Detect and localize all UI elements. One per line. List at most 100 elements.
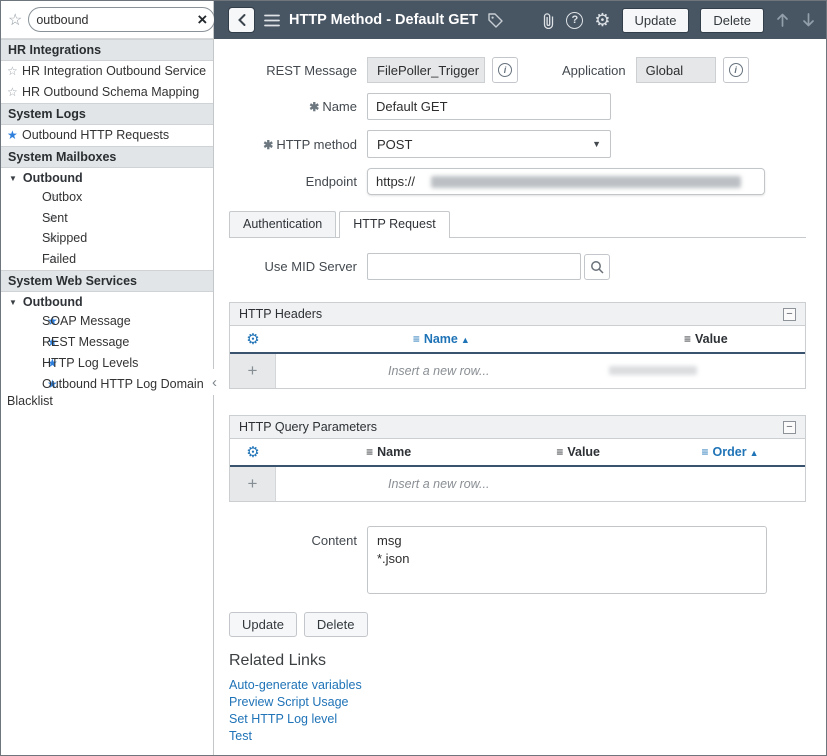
nav-item[interactable]: ☆HR Integration Outbound Service — [1, 61, 213, 82]
back-button[interactable] — [228, 7, 255, 33]
app-window: ☆ × ▾ HR Integrations ☆HR Integration Ou… — [0, 0, 827, 756]
delete-button-footer[interactable]: Delete — [304, 612, 368, 637]
add-row-button[interactable]: + — [230, 354, 276, 388]
nav-section-header: HR Integrations — [1, 39, 213, 61]
application-info-button[interactable]: i — [723, 57, 749, 83]
triangle-down-icon: ▼ — [9, 298, 17, 307]
header-actions: ? ⚙ Update Delete — [542, 8, 816, 33]
related-links-title: Related Links — [229, 652, 806, 670]
rest-message-info-button[interactable]: i — [492, 57, 518, 83]
column-menu-icon[interactable]: ≡ — [684, 332, 691, 346]
mid-server-lookup-button[interactable] — [584, 254, 610, 280]
column-menu-icon[interactable]: ≡ — [413, 332, 420, 346]
http-query-params-title: HTTP Query Parameters — [239, 420, 377, 434]
sidebar-collapse-handle[interactable]: ‹ — [208, 369, 221, 395]
column-menu-icon[interactable]: ≡ — [366, 445, 373, 459]
related-link-auto-generate-variables[interactable]: Auto-generate variables — [229, 678, 362, 692]
tab-authentication[interactable]: Authentication — [229, 211, 336, 237]
form-tabs: Authentication HTTP Request — [229, 211, 806, 238]
tag-icon[interactable] — [487, 12, 504, 29]
up-arrow-icon[interactable] — [775, 12, 790, 28]
http-query-params-section-header[interactable]: HTTP Query Parameters − — [230, 416, 805, 439]
star-filled-icon[interactable]: ★ — [27, 355, 42, 371]
star-outline-icon[interactable]: ☆ — [7, 63, 22, 79]
related-link-test[interactable]: Test — [229, 729, 252, 743]
content-textarea[interactable]: msg *.json — [367, 526, 767, 594]
list-gear-icon[interactable]: ⚙ — [230, 330, 276, 348]
nav-item[interactable]: ★SOAP Message — [1, 311, 213, 332]
star-outline-icon[interactable]: ☆ — [27, 251, 42, 267]
nav-item[interactable]: ★Outbound HTTP Requests — [1, 125, 213, 146]
navigator-filter-bar: ☆ × ▾ — [1, 1, 213, 39]
nav-item[interactable]: ★HTTP Log Levels — [1, 353, 213, 374]
http-query-params-new-row: + Insert a new row... — [230, 467, 805, 501]
insert-new-row-cell[interactable]: Insert a new row... — [276, 354, 805, 388]
collapse-icon[interactable]: − — [783, 421, 796, 434]
favorites-star-icon[interactable]: ☆ — [8, 10, 22, 30]
insert-new-row-cell[interactable]: Insert a new row... — [276, 467, 805, 501]
column-menu-icon[interactable]: ≡ — [556, 445, 563, 459]
delete-button-header[interactable]: Delete — [700, 8, 764, 33]
hamburger-icon[interactable] — [264, 14, 280, 27]
column-header-value[interactable]: ≡Value — [607, 332, 805, 346]
nav-section-header: System Web Services — [1, 270, 213, 292]
rest-message-field: FilePoller_Trigger — [367, 57, 485, 83]
related-links: Related Links Auto-generate variables Pr… — [229, 652, 806, 743]
clear-search-icon[interactable]: × — [197, 11, 207, 28]
related-link-set-http-log-level[interactable]: Set HTTP Log level — [229, 712, 337, 726]
star-filled-icon[interactable]: ★ — [27, 376, 42, 392]
nav-item[interactable]: ☆Sent — [1, 208, 213, 229]
nav-item[interactable]: ☆Failed — [1, 249, 213, 270]
http-method-row: ✱HTTP method POST▼ — [229, 130, 806, 158]
down-arrow-icon[interactable] — [801, 12, 816, 28]
http-headers-section-header[interactable]: HTTP Headers − — [230, 303, 805, 326]
star-filled-icon[interactable]: ★ — [27, 334, 42, 350]
nav-group-toggle[interactable]: ▼Outbound — [1, 292, 213, 311]
nav-item[interactable]: ★REST Message — [1, 332, 213, 353]
main-pane: HTTP Method - Default GET ? ⚙ Update Del… — [214, 1, 826, 755]
column-header-value[interactable]: ≡Value — [501, 445, 655, 459]
column-header-name[interactable]: ≡Name▲ — [276, 332, 607, 346]
column-header-name[interactable]: ≡Name — [276, 445, 501, 459]
help-icon[interactable]: ? — [566, 12, 583, 29]
nav-group-toggle[interactable]: ▼Outbound — [1, 168, 213, 187]
http-request-panel: Use MID Server HTTP Headers − ⚙ ≡Name▲ — [229, 238, 806, 743]
caret-down-icon: ▼ — [592, 139, 601, 149]
star-outline-icon[interactable]: ☆ — [7, 84, 22, 100]
update-button-footer[interactable]: Update — [229, 612, 297, 637]
http-headers-column-row: ⚙ ≡Name▲ ≡Value — [230, 326, 805, 354]
application-navigator: ☆ × ▾ HR Integrations ☆HR Integration Ou… — [1, 1, 214, 755]
add-row-button[interactable]: + — [230, 467, 276, 501]
gear-icon[interactable]: ⚙ — [594, 11, 610, 29]
nav-section-header: System Mailboxes — [1, 146, 213, 168]
name-input[interactable] — [367, 93, 611, 120]
nav-item[interactable]: ☆Outbox — [1, 187, 213, 208]
http-method-label: ✱HTTP method — [229, 137, 357, 152]
list-gear-icon[interactable]: ⚙ — [230, 443, 276, 461]
star-filled-icon[interactable]: ★ — [27, 313, 42, 329]
http-method-select[interactable]: POST▼ — [367, 130, 611, 158]
nav-item[interactable]: ☆Skipped — [1, 228, 213, 249]
sort-asc-icon: ▲ — [461, 335, 470, 345]
nav-item[interactable]: ☆HR Outbound Schema Mapping — [1, 82, 213, 103]
update-button-header[interactable]: Update — [622, 8, 690, 33]
star-outline-icon[interactable]: ☆ — [27, 210, 42, 226]
paperclip-icon[interactable] — [542, 12, 555, 29]
star-filled-icon[interactable]: ★ — [7, 127, 22, 143]
redacted-endpoint-value — [431, 176, 741, 188]
application-field: Global — [636, 57, 716, 83]
required-icon: ✱ — [309, 100, 319, 114]
content-row: Content msg *.json — [229, 526, 806, 594]
star-outline-icon[interactable]: ☆ — [27, 189, 42, 205]
nav-item[interactable]: ★Outbound HTTP Log Domain Blacklist — [1, 374, 213, 412]
column-menu-icon[interactable]: ≡ — [702, 445, 709, 459]
navigator-search-input[interactable] — [36, 13, 197, 27]
tab-http-request[interactable]: HTTP Request — [339, 211, 449, 238]
sort-asc-icon: ▲ — [750, 448, 759, 458]
column-header-order[interactable]: ≡Order▲ — [655, 445, 805, 459]
collapse-icon[interactable]: − — [783, 308, 796, 321]
star-outline-icon[interactable]: ☆ — [27, 230, 42, 246]
related-link-preview-script-usage[interactable]: Preview Script Usage — [229, 695, 349, 709]
mid-server-input[interactable] — [367, 253, 581, 280]
search-icon — [590, 260, 604, 274]
